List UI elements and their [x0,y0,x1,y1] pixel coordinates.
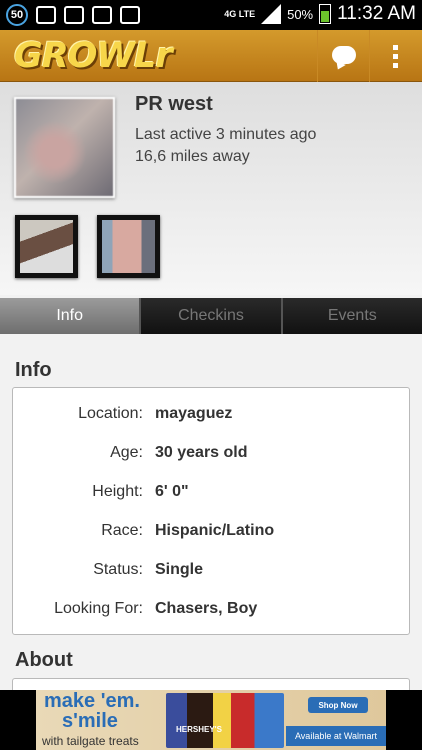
system-indicators: 4G LTE 50% 11:32 AM [224,3,416,25]
ad-shop-button[interactable]: Shop Now [308,697,368,713]
chat-bubble-icon [331,46,356,72]
tab-checkins[interactable]: Checkins [141,298,283,334]
tab-events[interactable]: Events [282,298,422,334]
battery-icon [319,4,332,24]
info-row-race: Race: Hispanic/Latino [13,522,409,546]
info-heading: Info [15,359,52,381]
notification-count-badge: 50 [6,4,28,26]
tab-info[interactable]: Info [0,298,142,334]
app-bar: GROWLr [0,30,422,82]
info-value: Single [155,561,204,578]
info-row-age: Age: 30 years old [13,444,409,468]
overflow-menu-button[interactable] [369,30,421,82]
info-value: 6' 0" [155,483,189,500]
info-label: Age: [110,444,143,461]
profile-name: PR west [135,93,213,115]
info-value: Chasers, Boy [155,600,258,617]
chat-button[interactable] [317,30,369,82]
info-label: Looking For: [54,600,143,617]
mail-icon [92,6,112,24]
info-row-looking-for: Looking For: Chasers, Boy [13,600,409,624]
distance: 16,6 miles away [135,148,250,165]
network-type: 4G LTE [224,8,256,19]
ad-product-label: HERSHEY'S [176,725,222,734]
ad-banner[interactable]: make 'em. s'mile with tailgate treats HE… [0,690,422,750]
status-bar: 50 4G LTE 50% 11:32 AM [0,0,422,30]
ad-headline: make 'em. [44,690,140,712]
ad-product-image: HERSHEY'S [166,693,284,748]
info-row-status: Status: Single [13,561,409,585]
photo-thumbnail[interactable] [15,215,78,278]
clock: 11:32 AM [337,3,416,24]
profile-header: PR west Last active 3 minutes ago 16,6 m… [0,82,422,295]
info-value: mayaguez [155,405,233,422]
info-card: Location: mayaguez Age: 30 years old Hei… [12,387,410,635]
info-label: Race: [101,522,143,539]
battery-percent: 50% [287,6,314,22]
app-notification-icon [36,6,56,24]
profile-photo[interactable] [14,97,115,198]
last-active: Last active 3 minutes ago [135,126,317,143]
ad-retailer-badge: Available at Walmart [286,726,386,746]
info-value: 30 years old [155,444,248,461]
ad-subtext: with tailgate treats [42,734,139,748]
signal-icon [261,4,282,24]
info-row-location: Location: mayaguez [13,405,409,429]
profile-tabs: Info Checkins Events [0,298,422,334]
photo-thumbnail[interactable] [97,215,160,278]
ad-headline: s'mile [62,710,118,732]
email-notification-icon [64,6,84,24]
about-heading: About [15,649,73,671]
app-logo: GROWLr [14,36,173,76]
more-vertical-icon [393,44,398,68]
ad-creative[interactable]: make 'em. s'mile with tailgate treats HE… [36,690,386,750]
info-label: Location: [78,405,143,422]
info-label: Height: [92,483,143,500]
info-row-height: Height: 6' 0" [13,483,409,507]
info-label: Status: [93,561,143,578]
notification-icons: 50 [6,4,140,26]
info-value: Hispanic/Latino [155,522,275,539]
app-notification-icon [120,6,140,24]
